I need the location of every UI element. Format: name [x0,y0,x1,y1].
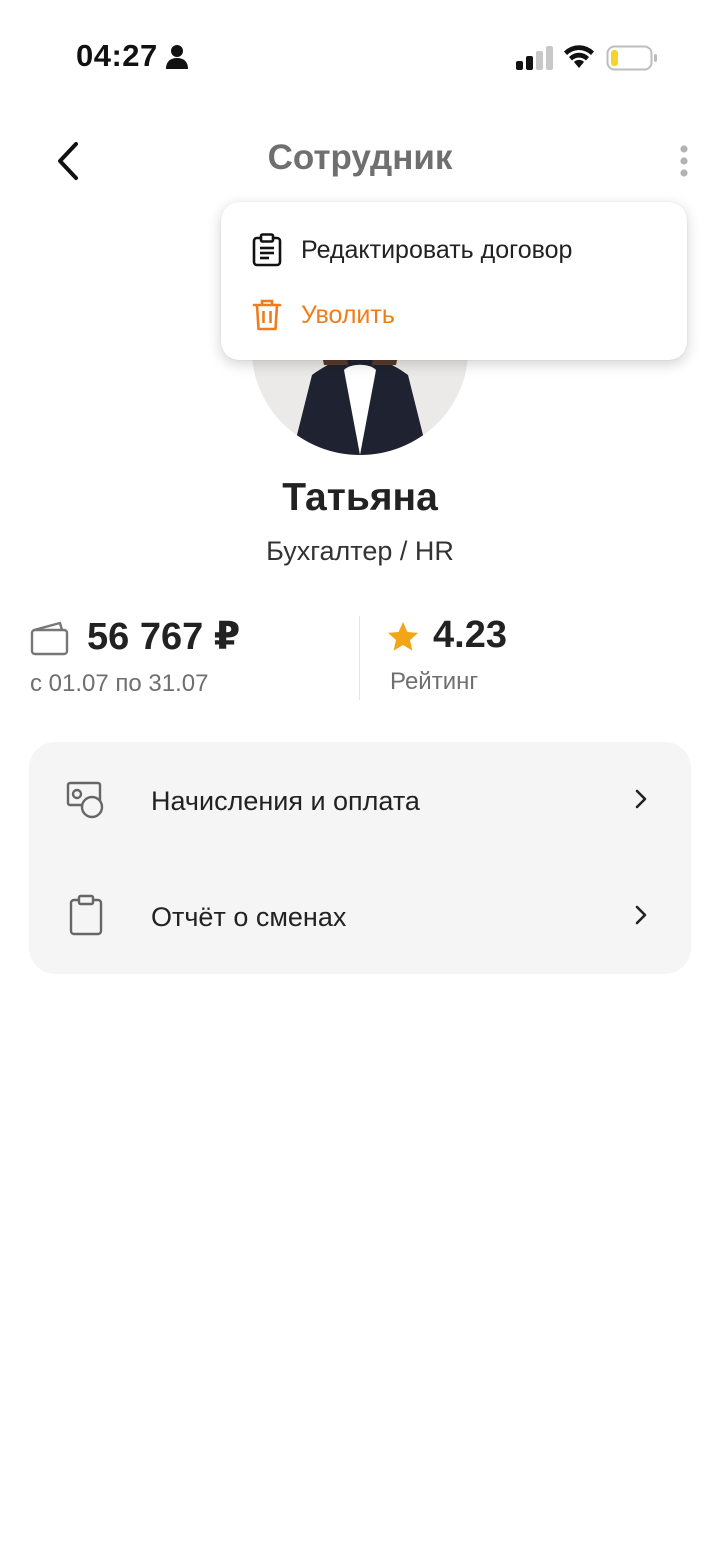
cellular-signal-icon [516,46,553,70]
menu-item-label: Редактировать договор [301,235,573,264]
clipboard-icon [69,894,103,936]
page-title: Сотрудник [267,138,453,177]
wallet-icon [30,621,69,656]
list-item-shift-report[interactable]: Отчёт о сменах [29,858,691,974]
chevron-right-icon [635,789,647,809]
menu-item-dismiss[interactable]: Уволить [221,285,687,345]
salary-period: с 01.07 по 31.07 [30,670,209,697]
money-coins-icon [66,781,104,819]
person-icon [166,45,188,69]
dropdown-menu: Редактировать договор Уволить [221,202,687,360]
stats-divider [359,616,360,700]
chevron-right-icon [635,905,647,925]
trash-icon [252,299,282,331]
status-bar: 04:27 [0,0,720,110]
rating-value: 4.23 [433,614,507,656]
menu-card: Начисления и оплата Отчёт о сменах [29,742,691,974]
battery-low-icon [606,45,657,71]
more-vertical-icon [680,145,688,177]
salary-amount: 56 767 ₽ [87,616,241,658]
employee-name: Татьяна [282,476,438,519]
menu-item-label: Уволить [301,300,395,329]
list-item-label: Отчёт о сменах [151,902,347,932]
menu-item-edit-contract[interactable]: Редактировать договор [221,220,687,280]
clipboard-text-icon [252,233,282,267]
rating-label: Рейтинг [390,668,479,695]
wifi-icon [564,45,594,68]
star-icon [388,622,418,651]
list-item-label: Начисления и оплата [151,786,420,816]
more-options-button[interactable] [664,136,704,186]
status-time: 04:27 [76,38,158,73]
employee-role: Бухгалтер / HR [266,536,454,566]
list-item-payments[interactable]: Начисления и оплата [29,742,691,858]
